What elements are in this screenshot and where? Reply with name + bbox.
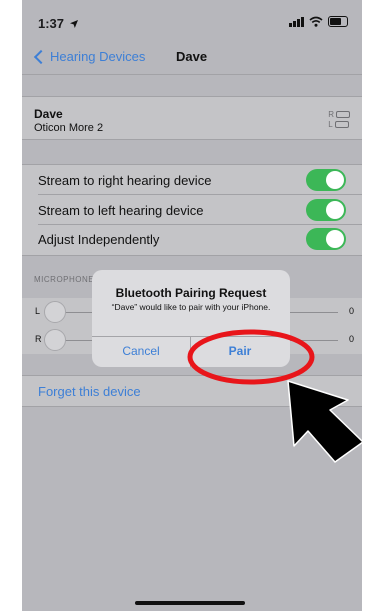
slider-thumb[interactable] (44, 301, 66, 323)
wifi-icon (309, 16, 323, 27)
device-model: Oticon More 2 (34, 122, 104, 134)
home-indicator (135, 601, 245, 605)
stream-right-toggle[interactable] (306, 169, 346, 191)
settings-group: Stream to right hearing device Stream to… (22, 165, 362, 255)
hearing-device-battery-icon: R L (328, 110, 350, 130)
back-button[interactable]: Hearing Devices (32, 49, 145, 64)
alert-divider (92, 336, 290, 337)
slider-side-label: L (35, 306, 41, 316)
stream-left-toggle[interactable] (306, 199, 346, 221)
phone-screen: 1:37 Hearing Devices Dave Dave Oticon Mo… (22, 0, 362, 611)
microphone-section-label: MICROPHONE (34, 275, 95, 284)
slider-value: 0 (348, 334, 354, 344)
status-time: 1:37 (38, 16, 78, 31)
battery-icon (328, 16, 348, 27)
navigation-bar: Hearing Devices Dave (22, 40, 362, 74)
slider-value: 0 (348, 306, 354, 316)
slider-thumb[interactable] (44, 329, 66, 351)
pair-button[interactable]: Pair (191, 344, 289, 358)
row-divider (38, 194, 362, 195)
stream-right-label: Stream to right hearing device (38, 173, 212, 188)
status-bar: 1:37 (22, 0, 362, 36)
device-name: Dave (34, 107, 63, 121)
row-divider (38, 224, 362, 225)
nav-divider (22, 74, 362, 75)
alert-title: Bluetooth Pairing Request (115, 286, 267, 300)
cancel-button[interactable]: Cancel (92, 344, 190, 358)
chevron-left-icon (33, 49, 49, 64)
page-title: Dave (176, 49, 208, 64)
divider (22, 406, 362, 407)
alert-message: “Dave” would like to pair with your iPho… (111, 302, 271, 312)
slider-side-label: R (35, 334, 42, 344)
back-label: Hearing Devices (50, 49, 146, 64)
divider (22, 255, 362, 256)
status-icons (289, 16, 348, 27)
device-cell: Dave Oticon More 2 R L (22, 97, 362, 139)
location-arrow-icon (69, 20, 78, 28)
adjust-independently-toggle[interactable] (306, 228, 346, 250)
forget-device-button[interactable]: Forget this device (38, 384, 141, 399)
adjust-independently-label: Adjust Independently (38, 232, 160, 247)
divider (22, 139, 362, 140)
pairing-alert: Bluetooth Pairing Request “Dave” would l… (92, 270, 290, 367)
signal-icon (289, 16, 304, 27)
stream-left-label: Stream to left hearing device (38, 203, 204, 218)
